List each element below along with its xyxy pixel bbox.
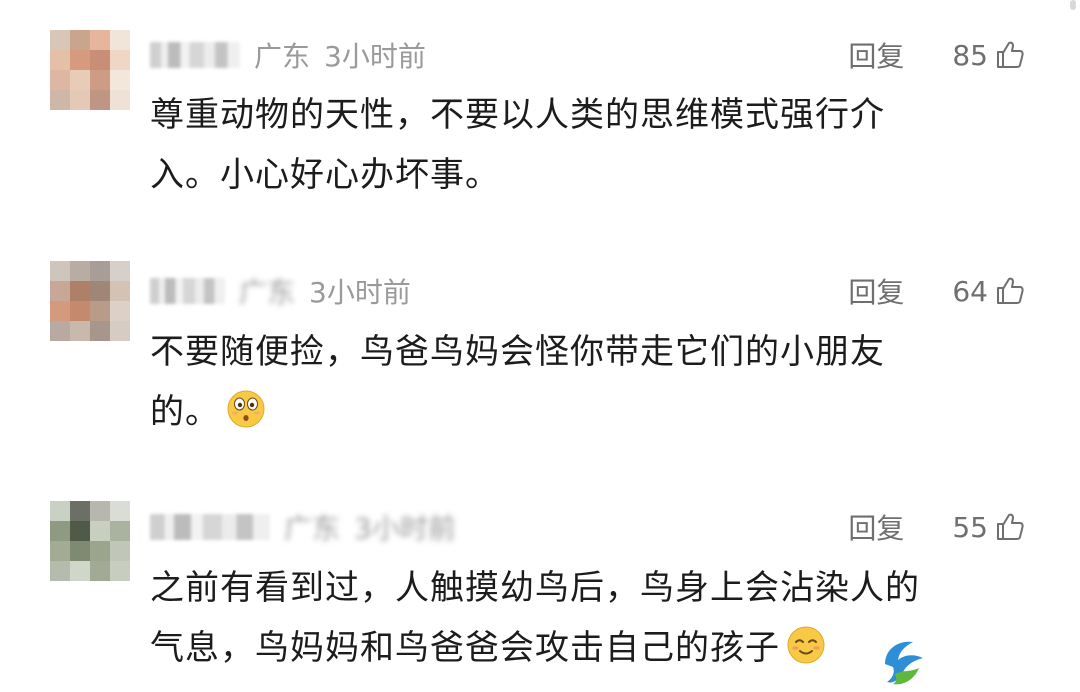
timestamp: 3小时前 [354,512,456,545]
comment-meta: 广东 3小时前 [150,507,456,547]
avatar-mosaic-block [90,561,110,581]
avatar-mosaic-block [50,501,70,521]
avatar-mosaic-block [50,521,70,541]
avatar-mosaic-block [110,301,130,321]
avatar[interactable] [50,30,130,110]
avatar-mosaic-block [50,90,70,110]
username-blurred[interactable] [150,514,270,540]
avatar-mosaic-block [70,501,90,521]
avatar-mosaic-block [90,30,110,50]
avatar-mosaic-block [50,561,70,581]
avatar-mosaic-block [90,90,110,110]
avatar-mosaic-block [50,541,70,561]
avatar[interactable] [50,501,130,581]
comment-text-line-end: 的。 [150,392,220,432]
avatar-mosaic-block [50,70,70,90]
comment-meta: 广东 3小时前 [150,35,426,75]
scrollbar[interactable] [1070,0,1076,10]
avatar-mosaic-block [110,90,130,110]
thumbs-up-icon[interactable] [994,39,1026,71]
avatar-mosaic-block [90,281,110,301]
reply-button[interactable]: 回复 [848,35,904,75]
smiling-blush-face-icon [787,626,825,664]
avatar-mosaic-block [70,561,90,581]
avatar-mosaic-block [70,301,90,321]
comment-text-line: 入。小心好心办坏事。 [150,155,500,195]
avatar-mosaic-block [70,70,90,90]
avatar-mosaic-block [90,521,110,541]
like-count: 85 [952,38,988,72]
avatar-mosaic-block [90,501,110,521]
avatar-mosaic-block [70,50,90,70]
avatar-mosaic-block [90,50,110,70]
avatar-mosaic-block [110,70,130,90]
avatar-mosaic-block [90,541,110,561]
avatar-mosaic-block [110,541,130,561]
avatar-mosaic-block [50,30,70,50]
comment-text: 不要随便捡，鸟爸鸟妈会怪你带走它们的小朋友 的。 [150,322,1010,442]
location-text: 广东 [284,512,341,545]
avatar-mosaic-block [50,50,70,70]
avatar-mosaic-block [110,561,130,581]
comment-text-line-end: 气息，鸟妈妈和鸟爸爸会攻击自己的孩子 [150,628,780,668]
avatar-mosaic-block [110,261,130,281]
reply-button[interactable]: 回复 [848,271,904,311]
like-count: 55 [952,510,988,544]
like-count: 64 [952,274,988,308]
avatar-mosaic-block [50,301,70,321]
username-blurred[interactable] [150,278,225,304]
brand-logo-icon [877,636,931,690]
avatar-mosaic-block [110,501,130,521]
avatar-mosaic-block [70,261,90,281]
comment-actions: 回复 85 [848,35,1026,75]
comment-text-line: 不要随便捡，鸟爸鸟妈会怪你带走它们的小朋友 [150,332,885,372]
avatar-mosaic-block [110,281,130,301]
avatar-mosaic-block [50,261,70,281]
comment-actions: 回复 64 [848,271,1026,311]
comment-actions: 回复 55 [848,507,1026,547]
comment-meta: 广东 3小时前 [150,271,411,311]
avatar-mosaic-block [110,30,130,50]
wide-eyed-face-icon [227,390,265,428]
comment-text-line: 尊重动物的天性，不要以人类的思维模式强行介 [150,95,885,135]
username-blurred[interactable] [150,42,240,68]
avatar-mosaic-block [50,281,70,301]
avatar-mosaic-block [70,30,90,50]
thumbs-up-icon[interactable] [994,511,1026,543]
avatar-mosaic-block [70,541,90,561]
avatar-mosaic-block [90,261,110,281]
thumbs-up-icon[interactable] [994,275,1026,307]
avatar-mosaic-block [70,281,90,301]
avatar-mosaic-block [70,321,90,341]
location-text: 广东 [239,276,296,309]
avatar[interactable] [50,261,130,341]
timestamp: 3小时前 [324,40,426,73]
comment-text-line: 之前有看到过，人触摸幼鸟后，鸟身上会沾染人的 [150,568,920,608]
avatar-mosaic-block [110,521,130,541]
reply-button[interactable]: 回复 [848,507,904,547]
avatar-mosaic-block [90,321,110,341]
avatar-mosaic-block [70,90,90,110]
comment-text-line: 的。 [150,382,1010,442]
avatar-mosaic-block [90,301,110,321]
location-text: 广东 [254,40,311,73]
avatar-mosaic-block [50,321,70,341]
avatar-mosaic-block [70,521,90,541]
timestamp: 3小时前 [309,276,411,309]
avatar-mosaic-block [110,50,130,70]
avatar-mosaic-block [110,321,130,341]
avatar-mosaic-block [90,70,110,90]
comment-text: 尊重动物的天性，不要以人类的思维模式强行介 入。小心好心办坏事。 [150,85,1010,205]
